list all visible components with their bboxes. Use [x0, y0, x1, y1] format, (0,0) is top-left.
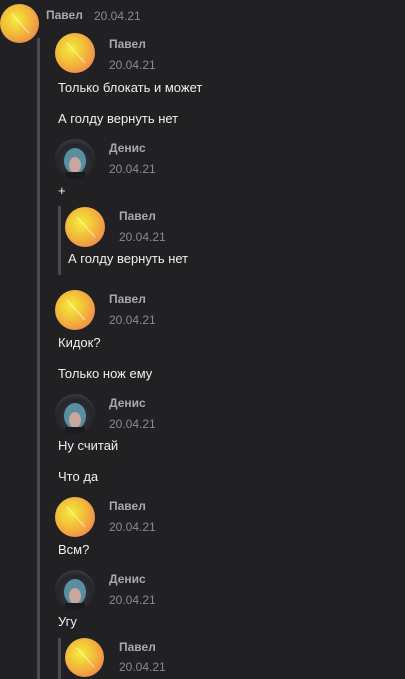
message-date: 20.04.21 — [109, 162, 156, 176]
message-text: + — [58, 183, 66, 198]
author-name[interactable]: Денис — [109, 572, 146, 586]
denis-avatar-icon[interactable] — [55, 139, 95, 179]
message-date: 20.04.21 — [109, 58, 156, 72]
author-name[interactable]: Павел — [46, 8, 83, 22]
message-text: Ну считай — [58, 438, 119, 453]
pavel-avatar-icon[interactable] — [55, 290, 95, 330]
message-text: А голду вернуть нет — [58, 111, 179, 126]
message-text: Только нож ему — [58, 366, 153, 381]
message-text: А голду вернуть нет — [68, 251, 189, 266]
pavel-avatar-icon[interactable] — [55, 497, 95, 537]
thread-line — [37, 38, 40, 679]
pavel-avatar-icon[interactable] — [65, 638, 104, 677]
author-name[interactable]: Павел — [119, 640, 156, 654]
author-name[interactable]: Павел — [109, 292, 146, 306]
author-name[interactable]: Денис — [109, 396, 146, 410]
message-text: Что да — [58, 469, 99, 484]
denis-avatar-icon[interactable] — [55, 394, 95, 434]
message-text: Только блокать и может — [58, 80, 203, 95]
message-date: 20.04.21 — [109, 593, 156, 607]
message-text: Всм? — [58, 542, 90, 557]
author-name[interactable]: Павел — [119, 209, 156, 223]
chat-view: Павел 20.04.21 Павел 20.04.21 Только бло… — [0, 0, 405, 679]
message-date: 20.04.21 — [109, 417, 156, 431]
message-date: 20.04.21 — [94, 9, 141, 23]
message-date: 20.04.21 — [119, 660, 166, 674]
author-name[interactable]: Денис — [109, 141, 146, 155]
message-text: Кидок? — [58, 335, 101, 350]
message-date: 20.04.21 — [109, 313, 156, 327]
message-date: 20.04.21 — [109, 520, 156, 534]
denis-avatar-icon[interactable] — [55, 570, 95, 610]
author-name[interactable]: Павел — [109, 37, 146, 51]
pavel-avatar-icon[interactable] — [65, 207, 105, 247]
quote-line — [58, 638, 61, 679]
message-text: Угу — [58, 614, 77, 629]
pavel-avatar-icon[interactable] — [0, 4, 39, 43]
message-date: 20.04.21 — [119, 230, 166, 244]
pavel-avatar-icon[interactable] — [55, 33, 95, 73]
quote-line — [58, 206, 61, 275]
author-name[interactable]: Павел — [109, 499, 146, 513]
